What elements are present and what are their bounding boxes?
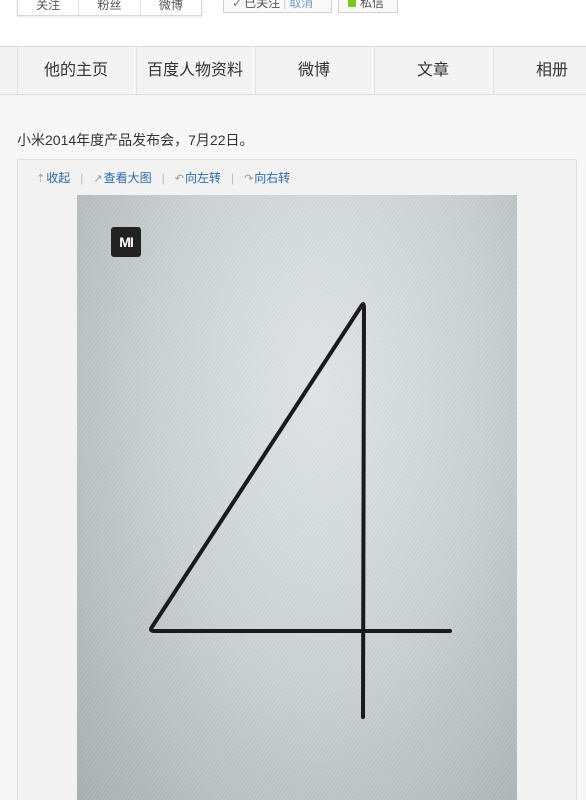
tab-albums[interactable]: 相册: [493, 47, 586, 94]
profile-bar: 关注 粉丝 微博 ✓ 已关注 | 取消 私信: [0, 0, 586, 46]
stat-weibo[interactable]: 微博: [141, 0, 201, 15]
toolbar-divider: |: [161, 171, 165, 185]
collapse-label: 收起: [46, 171, 71, 185]
unfollow-link[interactable]: 取消: [289, 0, 313, 10]
profile-stats: 关注 粉丝 微博: [17, 0, 202, 16]
rotate-left-link[interactable]: ↶向左转: [175, 170, 221, 187]
hand-drawn-four: 4: [149, 302, 452, 719]
checkmark-icon: ✓: [232, 0, 243, 10]
tab-weibo[interactable]: 微博: [255, 47, 373, 94]
rotate-right-link[interactable]: ↷向右转: [244, 170, 290, 187]
private-message-button[interactable]: 私信: [338, 0, 398, 13]
tab-home[interactable]: 他的主页: [17, 47, 135, 94]
arrow-up-icon: ⇡: [36, 173, 46, 185]
view-large-label: 查看大图: [103, 171, 152, 185]
view-large-link[interactable]: ↗查看大图: [93, 170, 151, 187]
rotate-right-label: 向右转: [254, 171, 291, 185]
private-message-label: 私信: [360, 0, 385, 10]
photo-viewer: ⇡收起 | ↗查看大图 | ↶向左转 | ↷向右转 MI 4: [17, 159, 577, 800]
divider: |: [283, 0, 287, 10]
collapse-link[interactable]: ⇡收起: [36, 170, 70, 187]
message-icon: [348, 0, 356, 7]
tab-baidu-profile[interactable]: 百度人物资料: [136, 47, 254, 94]
rotate-right-icon: ↷: [244, 173, 254, 185]
rotate-left-label: 向左转: [184, 171, 221, 185]
tab-articles[interactable]: 文章: [374, 47, 492, 94]
follow-status-button[interactable]: ✓ 已关注 | 取消: [223, 0, 332, 13]
post-caption: 小米2014年度产品发布会，7月22日。: [17, 132, 254, 148]
toolbar-divider: |: [80, 171, 84, 185]
rotate-left-icon: ↶: [174, 173, 184, 185]
toolbar-divider: |: [230, 171, 235, 185]
external-link-icon: ↗: [93, 173, 103, 185]
follow-state-label: 已关注: [244, 0, 281, 10]
stat-followers[interactable]: 粉丝: [79, 0, 141, 15]
profile-nav: 他的主页 百度人物资料 微博 文章 相册: [0, 46, 586, 95]
post-photo[interactable]: MI 4: [77, 195, 517, 800]
photo-toolbar: ⇡收起 | ↗查看大图 | ↶向左转 | ↷向右转: [36, 170, 290, 186]
stat-following[interactable]: 关注: [18, 0, 80, 15]
